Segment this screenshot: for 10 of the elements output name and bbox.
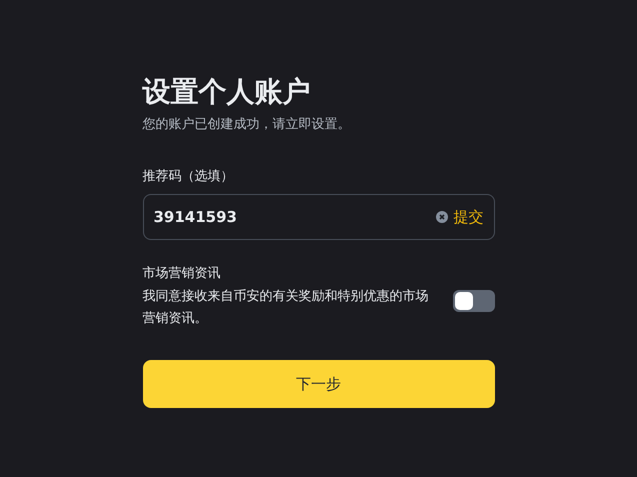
next-button[interactable]: 下一步 (142, 360, 494, 408)
submit-link[interactable]: 提交 (454, 208, 484, 226)
field-label: 推荐码（选填） (142, 168, 234, 186)
page-subtitle: 您的账户已创建成功，请立即设置。 (142, 116, 352, 134)
section-title: 市场营销资讯 (142, 265, 222, 283)
toggle-switch[interactable] (452, 290, 494, 312)
clear-icon[interactable] (436, 211, 448, 223)
consent-text: 我同意接收来自币安的有关奖励和特别优惠的市场营销资讯。 (142, 288, 430, 328)
referral-code-field[interactable]: 39141593 提交 (142, 194, 494, 240)
page-title: 设置个人账户 (142, 74, 312, 110)
